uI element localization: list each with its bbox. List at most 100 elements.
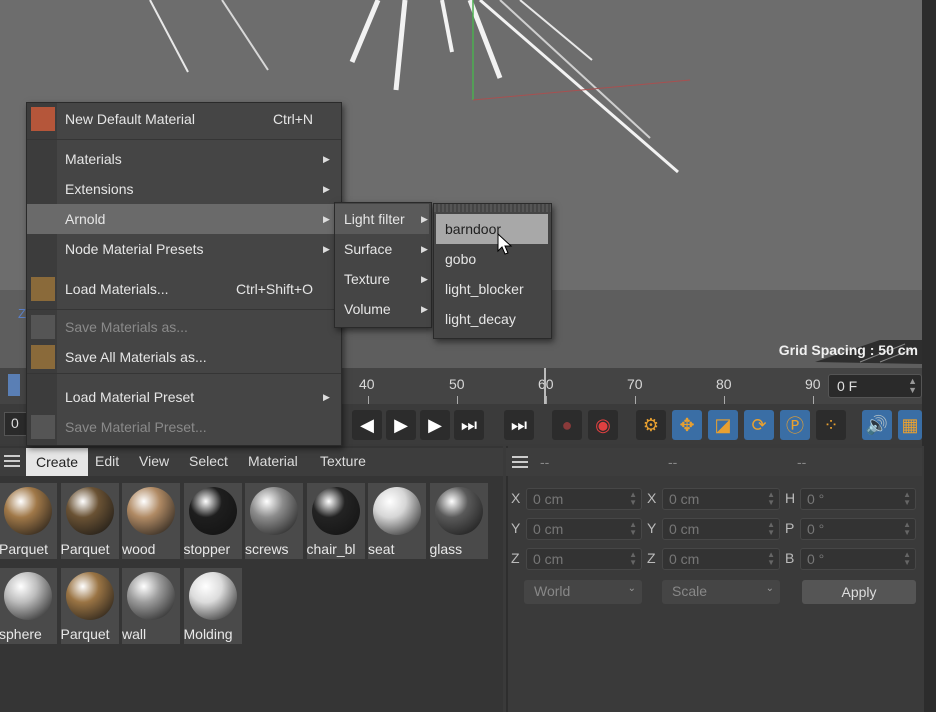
- material-swatch[interactable]: Parquet: [0, 483, 57, 559]
- autokey-button[interactable]: ◉: [588, 410, 618, 440]
- coord-input[interactable]: 0 cm ▲ ▼: [526, 518, 642, 540]
- coord-input[interactable]: 0 cm ▲ ▼: [526, 548, 642, 570]
- parameter-icon: Ⓟ: [786, 416, 804, 436]
- menu-view[interactable]: View: [139, 453, 169, 469]
- timeline-start-marker[interactable]: [8, 374, 20, 396]
- material-swatch[interactable]: chair_bl: [306, 483, 365, 559]
- arnold-submenu-item[interactable]: Light filter ▶: [335, 204, 429, 234]
- menu-create[interactable]: Create: [26, 448, 88, 476]
- material-swatch[interactable]: Molding: [183, 568, 242, 644]
- autokey-icon: ◉: [595, 414, 611, 435]
- load-materials-icon: [31, 277, 55, 301]
- coord-value: 0 °: [807, 521, 825, 537]
- context-menu-item[interactable]: Load Materials... Ctrl+Shift+O: [27, 274, 339, 304]
- spinner-icon[interactable]: ▲ ▼: [767, 551, 775, 567]
- coord-input[interactable]: 0 ° ▲ ▼: [800, 488, 916, 510]
- context-menu-item[interactable]: Save All Materials as...: [27, 342, 339, 372]
- material-swatch[interactable]: Parquet: [60, 568, 119, 644]
- arnold-submenu-item[interactable]: Surface ▶: [335, 234, 429, 264]
- material-swatch[interactable]: sphere: [0, 568, 57, 644]
- context-menu-item[interactable]: Node Material Presets ▶: [27, 234, 339, 264]
- coord-input[interactable]: 0 cm ▲ ▼: [662, 488, 780, 510]
- context-menu-label: Save Materials as...: [65, 319, 188, 335]
- coordinates-panel: [506, 446, 924, 712]
- coord-input[interactable]: 0 cm ▲ ▼: [526, 488, 642, 510]
- record-icon: ●: [561, 414, 573, 435]
- context-menu-item[interactable]: Materials ▶: [27, 144, 339, 174]
- step-back-button[interactable]: ◀: [352, 410, 382, 440]
- apply-button[interactable]: Apply: [802, 580, 916, 604]
- tick-label: 50: [449, 376, 465, 392]
- light-filter-item[interactable]: light_blocker: [436, 274, 548, 304]
- spinner-icon[interactable]: ▲ ▼: [767, 491, 775, 507]
- point-level-button[interactable]: ⁘: [816, 410, 846, 440]
- context-menu-item[interactable]: Arnold ▶: [27, 204, 339, 234]
- parameter-button[interactable]: Ⓟ: [780, 410, 810, 440]
- coord-input[interactable]: 0 ° ▲ ▼: [800, 548, 916, 570]
- spinner-icon[interactable]: ▲ ▼: [903, 521, 911, 537]
- coord-axis-label: Y: [511, 520, 521, 536]
- spinner-icon[interactable]: ▲ ▼: [629, 491, 637, 507]
- hamburger-icon[interactable]: [4, 455, 20, 467]
- light-filter-item[interactable]: light_decay: [436, 304, 548, 334]
- material-preview: [65, 572, 114, 620]
- material-swatch[interactable]: stopper: [183, 483, 242, 559]
- material-swatch[interactable]: screws: [245, 483, 303, 559]
- spinner-icon[interactable]: ▲ ▼: [629, 521, 637, 537]
- tick-label: 70: [627, 376, 643, 392]
- menu-material[interactable]: Material: [248, 453, 298, 469]
- menu-select[interactable]: Select: [189, 453, 228, 469]
- current-frame-field[interactable]: 0 F ▲ ▼: [828, 374, 922, 398]
- coord-input[interactable]: 0 ° ▲ ▼: [800, 518, 916, 540]
- move-tool-button[interactable]: ✥: [672, 410, 702, 440]
- menu-texture[interactable]: Texture: [320, 453, 366, 469]
- context-menu-item[interactable]: Load Material Preset ▶: [27, 382, 339, 412]
- coord-axis-label: X: [647, 490, 657, 506]
- material-swatch[interactable]: seat: [368, 483, 426, 559]
- context-menu-item[interactable]: New Default Material Ctrl+N: [27, 104, 339, 134]
- spinner-icon[interactable]: ▲ ▼: [903, 491, 911, 507]
- play-button[interactable]: ▶: [386, 410, 416, 440]
- spinner-icon[interactable]: ▲ ▼: [767, 521, 775, 537]
- coord-input[interactable]: 0 cm ▲ ▼: [662, 548, 780, 570]
- context-menu-item[interactable]: Save Material Preset...: [27, 412, 339, 442]
- menu-edit[interactable]: Edit: [95, 453, 119, 469]
- coordinate-system-dropdown[interactable]: World ⌄: [524, 580, 642, 604]
- arnold-submenu-label: Volume: [344, 301, 391, 317]
- material-swatch[interactable]: wall: [122, 568, 180, 644]
- material-swatch[interactable]: Parquet: [60, 483, 119, 559]
- light-filter-item[interactable]: gobo: [436, 244, 548, 274]
- gear-icon: ⚙: [642, 414, 660, 435]
- shortcut-label: Ctrl+Shift+O: [235, 281, 313, 297]
- context-menu-item[interactable]: Save Materials as...: [27, 312, 339, 342]
- material-swatch[interactable]: glass: [429, 483, 488, 559]
- submenu-arrow-icon: ▶: [421, 214, 428, 224]
- last-frame-button[interactable]: ⏭: [504, 410, 534, 440]
- coord-axis-label: B: [785, 550, 795, 566]
- submenu-arrow-icon: ▶: [323, 184, 330, 194]
- spinner-icon[interactable]: ▲ ▼: [908, 377, 917, 395]
- record-button[interactable]: ●: [552, 410, 582, 440]
- coord-axis-label: Z: [647, 550, 656, 566]
- sound-button[interactable]: 🔊: [862, 410, 892, 440]
- go-to-end-button[interactable]: ⏭: [454, 410, 484, 440]
- keyframe-selection-button[interactable]: ⚙: [636, 410, 666, 440]
- arnold-submenu-item[interactable]: Volume ▶: [335, 294, 429, 324]
- light-filter-item[interactable]: barndoor: [436, 214, 548, 244]
- rotate-tool-button[interactable]: ⟳: [744, 410, 774, 440]
- material-swatch[interactable]: wood: [122, 483, 180, 559]
- spinner-icon[interactable]: ▲ ▼: [903, 551, 911, 567]
- coord-value: 0 cm: [669, 551, 700, 567]
- film-button[interactable]: ▦: [898, 410, 922, 440]
- coord-input[interactable]: 0 cm ▲ ▼: [662, 518, 780, 540]
- arnold-submenu-item[interactable]: Texture ▶: [335, 264, 429, 294]
- coord-value: 0 cm: [669, 491, 700, 507]
- step-forward-button[interactable]: ▶: [420, 410, 450, 440]
- playhead[interactable]: [544, 368, 546, 404]
- hamburger-icon[interactable]: [512, 456, 528, 468]
- scale-tool-button[interactable]: ◪: [708, 410, 738, 440]
- spinner-icon[interactable]: ▲ ▼: [629, 551, 637, 567]
- scale-mode-dropdown[interactable]: Scale ⌄: [662, 580, 780, 604]
- material-name: sphere: [0, 626, 42, 642]
- context-menu-item[interactable]: Extensions ▶: [27, 174, 339, 204]
